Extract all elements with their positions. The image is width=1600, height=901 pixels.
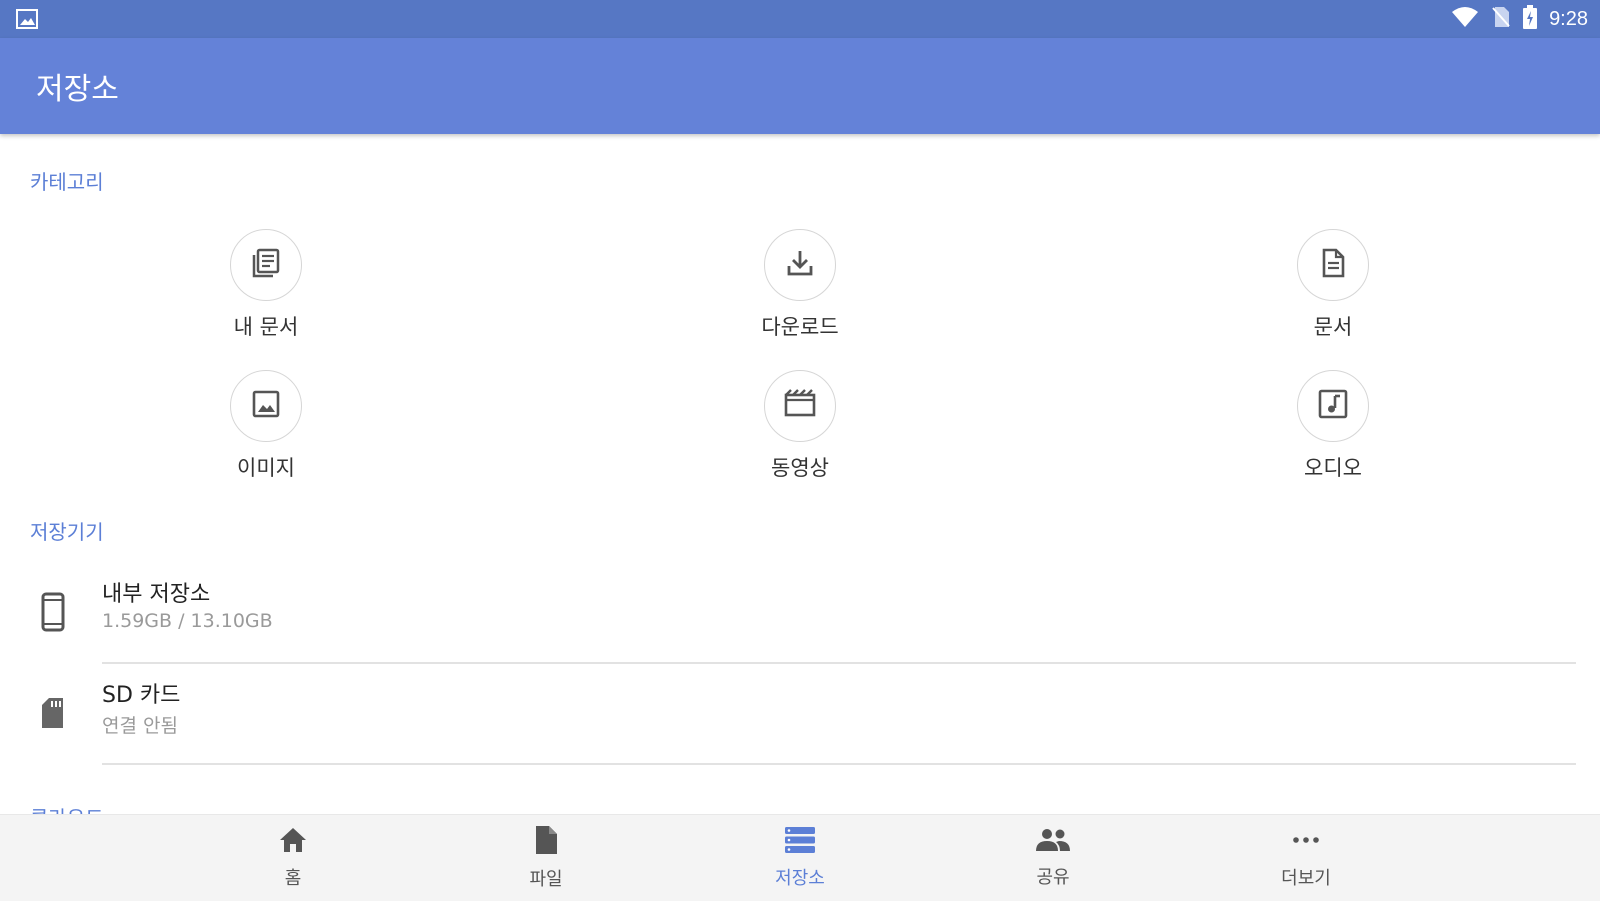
storage-devices-header: 저장기기 <box>30 520 104 544</box>
storage-name: 내부 저장소 <box>102 582 211 607</box>
nav-label: 홈 <box>284 868 302 889</box>
nav-home[interactable]: 홈 <box>213 815 373 901</box>
category-label: 동영상 <box>771 456 829 480</box>
no-sim-icon <box>1491 6 1511 32</box>
category-downloads[interactable]: 다운로드 <box>700 229 900 341</box>
category-label: 문서 <box>1313 315 1353 339</box>
status-time: 9:28 <box>1549 7 1588 30</box>
storage-sd-card[interactable]: SD 카드 연결 안됨 <box>0 665 1600 765</box>
nav-more[interactable]: 더보기 <box>1226 815 1386 901</box>
status-bar: 9:28 <box>0 0 1600 38</box>
divider <box>102 763 1576 765</box>
document-icon <box>1317 247 1349 283</box>
nav-share[interactable]: 공유 <box>973 815 1133 901</box>
share-people-icon <box>1035 827 1071 857</box>
file-icon <box>532 825 560 859</box>
image-icon <box>250 388 282 424</box>
bottom-navigation: 홈 파일 저장소 공유 더보기 <box>0 814 1600 901</box>
category-label: 오디오 <box>1304 456 1362 480</box>
download-icon <box>784 247 816 283</box>
nav-label: 저장소 <box>775 868 825 889</box>
cloud-header: 클라우드 <box>30 802 104 814</box>
divider <box>102 662 1576 664</box>
wifi-icon <box>1451 6 1479 32</box>
nav-storage[interactable]: 저장소 <box>720 815 880 901</box>
storage-usage: 1.59GB / 13.10GB <box>102 610 273 632</box>
category-label: 내 문서 <box>233 315 299 339</box>
my-documents-icon <box>250 247 282 283</box>
storage-internal[interactable]: 내부 저장소 1.59GB / 13.10GB <box>0 564 1600 664</box>
category-videos[interactable]: 동영상 <box>700 370 900 482</box>
storage-status: 연결 안됨 <box>102 715 178 737</box>
category-documents[interactable]: 문서 <box>1233 229 1433 341</box>
category-label: 다운로드 <box>761 315 839 339</box>
audio-icon <box>1317 388 1349 424</box>
category-my-documents[interactable]: 내 문서 <box>166 229 366 341</box>
categories-header: 카테고리 <box>30 170 104 194</box>
nav-label: 파일 <box>529 869 563 890</box>
nav-files[interactable]: 파일 <box>466 815 626 901</box>
storage-icon <box>784 826 816 858</box>
image-icon <box>16 9 38 33</box>
page-title: 저장소 <box>36 72 119 107</box>
home-icon <box>278 826 308 858</box>
phone-icon <box>38 592 68 636</box>
storage-name: SD 카드 <box>102 683 181 708</box>
battery-charging-icon <box>1523 5 1538 33</box>
category-images[interactable]: 이미지 <box>166 370 366 482</box>
sd-card-icon <box>38 693 68 737</box>
nav-label: 더보기 <box>1281 868 1331 889</box>
storage-content[interactable]: 카테고리 내 문서 다운로드 문서 이미지 동영상 오디오 저장기기 내부 저장… <box>0 134 1600 814</box>
app-bar: 저장소 <box>0 38 1600 134</box>
nav-label: 공유 <box>1036 867 1070 888</box>
more-icon <box>1290 826 1322 858</box>
category-audio[interactable]: 오디오 <box>1233 370 1433 482</box>
category-label: 이미지 <box>237 456 295 480</box>
video-icon <box>783 388 817 424</box>
